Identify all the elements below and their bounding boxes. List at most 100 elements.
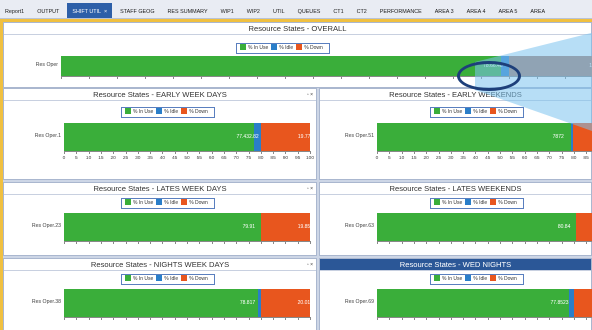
axis-tick (285, 317, 287, 320)
panel-window-controls[interactable]: ▫ × (307, 183, 313, 195)
tab-ct1[interactable]: CT1 (328, 3, 348, 18)
axis-tick (397, 76, 398, 79)
axis-tick (389, 151, 391, 154)
axis-tick (500, 151, 501, 154)
legend-in-use-label: % In Use (442, 276, 463, 282)
axis-tick (260, 317, 262, 320)
tab-area-5[interactable]: AREA 5 (493, 3, 522, 18)
axis-tick (389, 241, 391, 244)
panel-window-controls[interactable]: ▫ × (307, 259, 313, 271)
axis-tick (487, 241, 489, 244)
axis-tick (561, 317, 563, 320)
tab-performance[interactable]: PERFORMANCE (375, 3, 427, 18)
axis-tick (536, 151, 538, 154)
axis-tick (223, 151, 225, 154)
tab-label: WIP1 (220, 9, 234, 15)
panel-title[interactable]: Resource States - WED NIGHTS (320, 259, 591, 271)
axis-tick (125, 317, 127, 320)
axis-tick (475, 317, 477, 320)
axis-tick (500, 241, 501, 244)
axis-tick (174, 241, 176, 244)
axis-tick (201, 76, 202, 79)
app-window: Report1 OUTPUT SHIFT UTIL × STAFF GEOG RES SU… (0, 0, 592, 330)
chart-legend: % In Use % Idle % Down (121, 274, 215, 285)
legend-idle-label: % Idle (473, 276, 488, 282)
panel-title[interactable]: Resource States - NIGHTS WEEK DAYS ▫ × (4, 259, 316, 271)
bar-segment-down (572, 123, 592, 151)
panel-title[interactable]: Resource States - OVERALL (4, 23, 591, 35)
tab-wip1[interactable]: WIP1 (216, 3, 239, 18)
axis-tick (512, 241, 514, 244)
axis-tick (524, 317, 526, 320)
tab-shift-util[interactable]: SHIFT UTIL × (67, 3, 113, 18)
axis-tick (573, 151, 575, 154)
tab-area[interactable]: AREA (525, 3, 550, 18)
axis-tick (285, 151, 287, 154)
axis-tick-label: 30 (448, 156, 454, 161)
legend-down-swatch (490, 108, 497, 114)
tab-report1[interactable]: Report1 (0, 3, 29, 18)
chart-legend: % In Use % Idle % Down (430, 107, 524, 118)
stacked-bar: 79.91 19.85 (64, 213, 310, 241)
panel-title[interactable]: Resource States - LATES WEEK DAYS ▫ × (4, 183, 316, 195)
bar-segment-in-use (64, 213, 261, 241)
axis-tick (310, 317, 311, 320)
legend-idle-label: % Idle (164, 109, 179, 115)
axis-tick (573, 241, 575, 244)
panel-window-controls[interactable]: ▫ × (307, 89, 313, 101)
resource-label: Res Oper (35, 62, 58, 68)
legend-in-use: % In Use (125, 275, 153, 284)
panel-title[interactable]: Resource States - EARLY WEEK DAYS ▫ × (4, 89, 316, 101)
legend-in-use-swatch (434, 108, 440, 114)
axis-tick (187, 317, 188, 320)
axis-tick (341, 76, 342, 79)
tab-queues[interactable]: QUEUES (293, 3, 326, 18)
legend-down: % Down (490, 199, 517, 208)
axis-tick-label: 85 (583, 156, 589, 161)
tab-util[interactable]: UTIL (268, 3, 290, 18)
axis-tick (61, 76, 62, 79)
tab-ct2[interactable]: CT2 (352, 3, 372, 18)
legend-in-use-label: % In Use (442, 200, 463, 206)
legend-down: % Down (181, 275, 208, 284)
axis-tick (426, 317, 428, 320)
data-label: 80.84 (557, 224, 571, 230)
chart-legend: % In Use % Idle % Down (121, 107, 215, 118)
axis-tick (162, 151, 164, 154)
axis-tick (236, 317, 238, 320)
legend-idle-label: % Idle (473, 109, 488, 115)
axis-tick-label: 65 (534, 156, 540, 161)
tab-res-summary[interactable]: RES SUMMARY (163, 3, 213, 18)
tab-label: OUTPUT (37, 9, 60, 15)
axis-tick (273, 151, 275, 154)
legend-in-use: % In Use (434, 199, 462, 208)
axis-tick-label: 70 (233, 156, 239, 161)
panel-title[interactable]: Resource States - LATES WEEKENDS (320, 183, 591, 195)
axis-tick (211, 241, 213, 244)
axis-tick (426, 151, 428, 154)
axis-tick (401, 151, 403, 154)
sheet-tab-bar: Report1 OUTPUT SHIFT UTIL × STAFF GEOG RES SU… (0, 0, 592, 19)
axis-tick (236, 241, 238, 244)
stacked-bar: 77.852319. (377, 289, 592, 317)
tab-output[interactable]: OUTPUT (32, 3, 64, 18)
tab-area-4[interactable]: AREA 4 (462, 3, 491, 18)
resource-label: Res Oper.1 (34, 133, 61, 139)
tab-label: AREA 4 (466, 9, 486, 15)
axis-tick (297, 151, 299, 154)
axis-tick (100, 317, 102, 320)
axis-tick (413, 151, 415, 154)
axis-tick (369, 76, 370, 79)
legend-down-label: % Down (189, 276, 208, 282)
axis-tick-label: 80 (571, 156, 577, 161)
panel-title[interactable]: Resource States - EARLY WEEKENDS (320, 89, 591, 101)
bar-segment-down (573, 289, 592, 317)
axis-tick (211, 151, 213, 154)
tab-staff-geog[interactable]: STAFF GEOG (115, 3, 159, 18)
legend-idle-label: % Idle (279, 45, 294, 51)
tab-area-3[interactable]: AREA 3 (430, 3, 459, 18)
tab-wip2[interactable]: WIP2 (242, 3, 265, 18)
legend-in-use: % In Use (125, 108, 153, 117)
close-icon[interactable]: × (104, 9, 107, 15)
resource-label: Res Oper.38 (31, 299, 61, 305)
